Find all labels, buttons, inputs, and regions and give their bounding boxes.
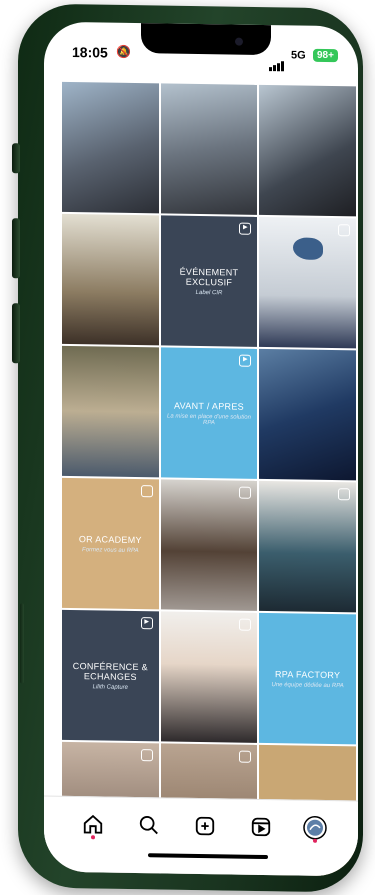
network-type: 5G [291, 49, 306, 62]
home-icon [83, 814, 103, 834]
post-tile[interactable] [259, 480, 356, 613]
post-tile[interactable] [62, 81, 159, 214]
home-tab[interactable] [80, 811, 106, 837]
post-subtitle: Formez vous au RPA [82, 546, 139, 554]
post-subtitle: Une équipe dédiée au RPA [271, 681, 344, 689]
post-tile[interactable]: CONFÉRENCE & ECHANGES Lilith Capture ▶ [62, 609, 159, 742]
post-tile[interactable]: ÉVÉNEMENT EXCLUSIF Label CIR ▶ [160, 215, 258, 347]
reels-icon [251, 817, 271, 837]
post-tile[interactable]: AVANT / APRES La mise en place d'une solu… [160, 347, 258, 479]
silent-bell-icon: 🔕 [116, 44, 131, 59]
post-subtitle: La mise en place d'une solution RPA [167, 412, 251, 426]
battery-indicator: 98+ [313, 48, 338, 63]
post-tile[interactable] [259, 84, 356, 217]
carousel-icon [239, 486, 252, 499]
post-tile[interactable] [160, 479, 258, 611]
post-tile[interactable] [62, 213, 159, 346]
posts-grid: ÉVÉNEMENT EXCLUSIF Label CIR ▶ AVANT / APRE… [62, 81, 356, 877]
volume-up-button [12, 218, 20, 279]
post-title: CONFÉRENCE & ECHANGES [72, 660, 148, 682]
post-subtitle: Lilith Capture [92, 683, 128, 691]
carousel-icon [140, 749, 153, 762]
create-post-icon [195, 816, 215, 836]
post-title: RPA FACTORY [274, 668, 341, 680]
post-subtitle: Label CIR [195, 289, 223, 296]
reel-icon: ▶ [239, 354, 252, 367]
post-title: AVANT / APRES [174, 400, 244, 412]
post-tile[interactable] [259, 216, 356, 349]
search-tab[interactable] [136, 812, 162, 838]
clock: 18:05 [72, 43, 108, 61]
front-camera-icon [235, 37, 243, 46]
bird-logo-icon [293, 237, 324, 260]
post-title: OR ACADEMY [78, 533, 142, 545]
post-title: ÉVÉNEMENT EXCLUSIF [179, 266, 239, 287]
cell-signal-icon [269, 53, 285, 72]
post-tile[interactable] [160, 83, 258, 215]
create-tab[interactable] [192, 813, 218, 839]
post-tile[interactable] [62, 345, 159, 478]
reels-tab[interactable] [248, 814, 274, 840]
profile-avatar [303, 816, 327, 840]
ringer-switch [12, 143, 20, 174]
carousel-icon [140, 485, 153, 498]
post-tile[interactable] [259, 348, 356, 481]
post-tile[interactable] [160, 611, 258, 743]
search-icon [139, 815, 158, 835]
carousel-icon [239, 618, 252, 631]
notch [141, 23, 271, 56]
carousel-icon [239, 750, 252, 763]
phone-screen: 18:05 🔕 5G 98+ ÉVÉNEMENT EXCLUSIF Label C… [44, 21, 358, 877]
profile-notification-dot [313, 838, 317, 843]
bottom-tab-bar [44, 795, 358, 877]
reel-icon: ▶ [239, 222, 252, 235]
post-tile[interactable]: OR ACADEMY Formez vous au RPA [62, 477, 159, 610]
reel-icon: ▶ [140, 617, 153, 630]
home-notification-dot [91, 835, 95, 840]
volume-down-button [12, 303, 20, 364]
mockup-stage: 18:05 🔕 5G 98+ ÉVÉNEMENT EXCLUSIF Label C… [0, 0, 375, 895]
profile-tab[interactable] [302, 815, 328, 841]
carousel-icon [337, 488, 350, 501]
side-slot [20, 603, 24, 684]
post-tile[interactable]: RPA FACTORY Une équipe dédiée au RPA [259, 612, 356, 745]
carousel-icon [337, 224, 350, 237]
